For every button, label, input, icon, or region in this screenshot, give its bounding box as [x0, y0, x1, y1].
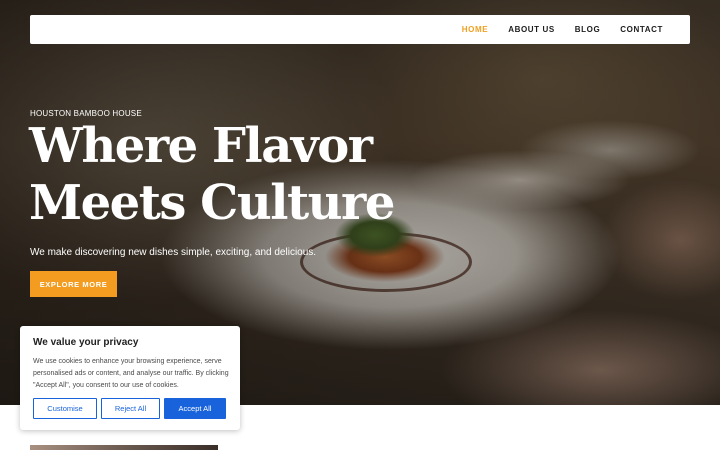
- hero-headline-line-2: Meets Culture: [29, 175, 395, 231]
- cookie-consent-banner: We value your privacy We use cookies to …: [20, 326, 240, 430]
- nav-home-link[interactable]: HOME: [462, 25, 488, 34]
- nav-about-us-link[interactable]: ABOUT US: [508, 25, 555, 34]
- customise-button[interactable]: Customise: [33, 398, 97, 419]
- explore-more-button[interactable]: EXPLORE MORE: [30, 271, 117, 297]
- cookie-banner-title: We value your privacy: [33, 337, 139, 348]
- cookie-banner-text: We use cookies to enhance your browsing …: [33, 358, 229, 389]
- reject-all-button[interactable]: Reject All: [101, 398, 160, 419]
- nav-blog-link[interactable]: BLOG: [575, 25, 601, 34]
- section-preview-image: [30, 445, 218, 450]
- cookie-banner-actions: Customise Reject All Accept All: [33, 398, 226, 419]
- hero-eyebrow-text: HOUSTON BAMBOO HOUSE: [30, 109, 142, 118]
- hero-headline: Where Flavor Meets Culture: [29, 118, 449, 232]
- accept-all-button[interactable]: Accept All: [164, 398, 226, 419]
- hero-headline-line-1: Where Flavor: [29, 118, 373, 174]
- top-navigation-bar: HOME ABOUT US BLOG CONTACT: [30, 15, 690, 44]
- hero-subtitle: We make discovering new dishes simple, e…: [30, 247, 317, 258]
- nav-contact-link[interactable]: CONTACT: [620, 25, 663, 34]
